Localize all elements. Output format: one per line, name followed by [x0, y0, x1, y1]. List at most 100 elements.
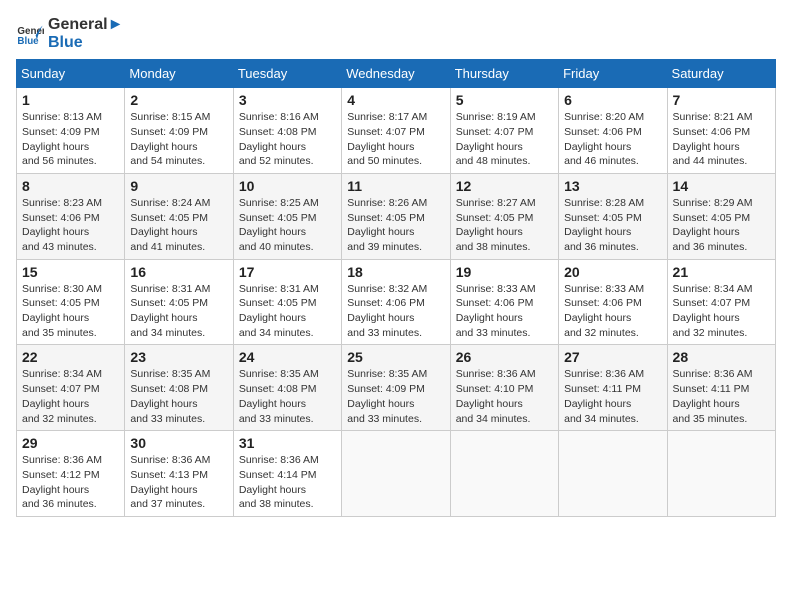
calendar-cell: 21 Sunrise: 8:34 AMSunset: 4:07 PMDayligh… [667, 259, 775, 345]
weekday-thursday: Thursday [450, 60, 558, 88]
day-info: Sunrise: 8:31 AMSunset: 4:05 PMDaylight … [239, 282, 336, 341]
day-info: Sunrise: 8:34 AMSunset: 4:07 PMDaylight … [673, 282, 770, 341]
day-number: 8 [22, 178, 119, 194]
day-info: Sunrise: 8:20 AMSunset: 4:06 PMDaylight … [564, 110, 661, 169]
calendar-cell: 8 Sunrise: 8:23 AMSunset: 4:06 PMDaylight… [17, 173, 125, 259]
calendar-cell: 11 Sunrise: 8:26 AMSunset: 4:05 PMDayligh… [342, 173, 450, 259]
calendar-cell: 7 Sunrise: 8:21 AMSunset: 4:06 PMDaylight… [667, 88, 775, 174]
day-number: 23 [130, 349, 227, 365]
calendar-week-3: 15 Sunrise: 8:30 AMSunset: 4:05 PMDayligh… [17, 259, 776, 345]
calendar-cell: 19 Sunrise: 8:33 AMSunset: 4:06 PMDayligh… [450, 259, 558, 345]
calendar-cell [450, 431, 558, 517]
day-number: 19 [456, 264, 553, 280]
day-number: 15 [22, 264, 119, 280]
day-info: Sunrise: 8:17 AMSunset: 4:07 PMDaylight … [347, 110, 444, 169]
calendar-cell: 22 Sunrise: 8:34 AMSunset: 4:07 PMDayligh… [17, 345, 125, 431]
logo-blue: Blue [48, 34, 123, 52]
calendar-cell: 18Sunrise: 8:32 AMSunset: 4:06 PMDayligh… [342, 259, 450, 345]
day-info: Sunrise: 8:19 AMSunset: 4:07 PMDaylight … [456, 110, 553, 169]
calendar-cell: 2 Sunrise: 8:15 AMSunset: 4:09 PMDaylight… [125, 88, 233, 174]
calendar-cell: 12 Sunrise: 8:27 AMSunset: 4:05 PMDayligh… [450, 173, 558, 259]
calendar-cell: 4 Sunrise: 8:17 AMSunset: 4:07 PMDaylight… [342, 88, 450, 174]
calendar-cell: 15 Sunrise: 8:30 AMSunset: 4:05 PMDayligh… [17, 259, 125, 345]
day-number: 21 [673, 264, 770, 280]
day-info: Sunrise: 8:30 AMSunset: 4:05 PMDaylight … [22, 282, 119, 341]
calendar-cell: 3 Sunrise: 8:16 AMSunset: 4:08 PMDaylight… [233, 88, 341, 174]
day-number: 16 [130, 264, 227, 280]
calendar-cell: 14Sunrise: 8:29 AMSunset: 4:05 PMDayligh… [667, 173, 775, 259]
day-number: 31 [239, 435, 336, 451]
day-number: 3 [239, 92, 336, 108]
day-number: 6 [564, 92, 661, 108]
day-info: Sunrise: 8:35 AMSunset: 4:08 PMDaylight … [239, 367, 336, 426]
calendar-cell: 20Sunrise: 8:33 AMSunset: 4:06 PMDayligh… [559, 259, 667, 345]
calendar-cell: 26 Sunrise: 8:36 AMSunset: 4:10 PMDayligh… [450, 345, 558, 431]
calendar-cell: 1 Sunrise: 8:13 AMSunset: 4:09 PMDaylight… [17, 88, 125, 174]
weekday-wednesday: Wednesday [342, 60, 450, 88]
day-info: Sunrise: 8:33 AMSunset: 4:06 PMDaylight … [456, 282, 553, 341]
day-info: Sunrise: 8:29 AMSunset: 4:05 PMDaylight … [673, 196, 770, 255]
day-info: Sunrise: 8:25 AMSunset: 4:05 PMDaylight … [239, 196, 336, 255]
calendar-cell: 6 Sunrise: 8:20 AMSunset: 4:06 PMDaylight… [559, 88, 667, 174]
logo-icon: General Blue [16, 20, 44, 48]
weekday-friday: Friday [559, 60, 667, 88]
day-info: Sunrise: 8:24 AMSunset: 4:05 PMDaylight … [130, 196, 227, 255]
calendar-week-1: 1 Sunrise: 8:13 AMSunset: 4:09 PMDaylight… [17, 88, 776, 174]
day-info: Sunrise: 8:36 AMSunset: 4:10 PMDaylight … [456, 367, 553, 426]
calendar-table: SundayMondayTuesdayWednesdayThursdayFrid… [16, 59, 776, 517]
day-info: Sunrise: 8:36 AMSunset: 4:14 PMDaylight … [239, 453, 336, 512]
day-number: 18 [347, 264, 444, 280]
calendar-cell: 16 Sunrise: 8:31 AMSunset: 4:05 PMDayligh… [125, 259, 233, 345]
svg-text:Blue: Blue [17, 35, 39, 46]
day-number: 24 [239, 349, 336, 365]
day-number: 11 [347, 178, 444, 194]
calendar-cell: 23 Sunrise: 8:35 AMSunset: 4:08 PMDayligh… [125, 345, 233, 431]
day-number: 12 [456, 178, 553, 194]
calendar-cell: 5Sunrise: 8:19 AMSunset: 4:07 PMDaylight… [450, 88, 558, 174]
calendar-week-2: 8 Sunrise: 8:23 AMSunset: 4:06 PMDaylight… [17, 173, 776, 259]
logo-general: General► [48, 16, 123, 34]
day-number: 1 [22, 92, 119, 108]
day-info: Sunrise: 8:28 AMSunset: 4:05 PMDaylight … [564, 196, 661, 255]
day-info: Sunrise: 8:13 AMSunset: 4:09 PMDaylight … [22, 110, 119, 169]
day-info: Sunrise: 8:34 AMSunset: 4:07 PMDaylight … [22, 367, 119, 426]
day-number: 20 [564, 264, 661, 280]
day-info: Sunrise: 8:27 AMSunset: 4:05 PMDaylight … [456, 196, 553, 255]
calendar-cell: 28Sunrise: 8:36 AMSunset: 4:11 PMDayligh… [667, 345, 775, 431]
calendar-cell [667, 431, 775, 517]
day-info: Sunrise: 8:15 AMSunset: 4:09 PMDaylight … [130, 110, 227, 169]
day-info: Sunrise: 8:26 AMSunset: 4:05 PMDaylight … [347, 196, 444, 255]
day-number: 17 [239, 264, 336, 280]
day-info: Sunrise: 8:31 AMSunset: 4:05 PMDaylight … [130, 282, 227, 341]
day-info: Sunrise: 8:23 AMSunset: 4:06 PMDaylight … [22, 196, 119, 255]
weekday-tuesday: Tuesday [233, 60, 341, 88]
day-number: 7 [673, 92, 770, 108]
day-number: 30 [130, 435, 227, 451]
day-number: 13 [564, 178, 661, 194]
day-number: 28 [673, 349, 770, 365]
day-info: Sunrise: 8:36 AMSunset: 4:12 PMDaylight … [22, 453, 119, 512]
day-info: Sunrise: 8:35 AMSunset: 4:08 PMDaylight … [130, 367, 227, 426]
calendar-cell: 30 Sunrise: 8:36 AMSunset: 4:13 PMDayligh… [125, 431, 233, 517]
calendar-cell [559, 431, 667, 517]
day-info: Sunrise: 8:35 AMSunset: 4:09 PMDaylight … [347, 367, 444, 426]
day-number: 4 [347, 92, 444, 108]
day-info: Sunrise: 8:36 AMSunset: 4:11 PMDaylight … [564, 367, 661, 426]
day-info: Sunrise: 8:36 AMSunset: 4:13 PMDaylight … [130, 453, 227, 512]
page-header: General Blue General► Blue [16, 16, 776, 51]
calendar-cell: 29Sunrise: 8:36 AMSunset: 4:12 PMDayligh… [17, 431, 125, 517]
calendar-cell: 31 Sunrise: 8:36 AMSunset: 4:14 PMDayligh… [233, 431, 341, 517]
day-number: 27 [564, 349, 661, 365]
logo: General Blue General► Blue [16, 16, 123, 51]
calendar-week-4: 22 Sunrise: 8:34 AMSunset: 4:07 PMDayligh… [17, 345, 776, 431]
weekday-monday: Monday [125, 60, 233, 88]
day-number: 22 [22, 349, 119, 365]
day-info: Sunrise: 8:21 AMSunset: 4:06 PMDaylight … [673, 110, 770, 169]
calendar-cell: 10Sunrise: 8:25 AMSunset: 4:05 PMDayligh… [233, 173, 341, 259]
day-info: Sunrise: 8:16 AMSunset: 4:08 PMDaylight … [239, 110, 336, 169]
weekday-saturday: Saturday [667, 60, 775, 88]
day-number: 26 [456, 349, 553, 365]
calendar-header-row: SundayMondayTuesdayWednesdayThursdayFrid… [17, 60, 776, 88]
day-number: 2 [130, 92, 227, 108]
calendar-week-5: 29Sunrise: 8:36 AMSunset: 4:12 PMDayligh… [17, 431, 776, 517]
